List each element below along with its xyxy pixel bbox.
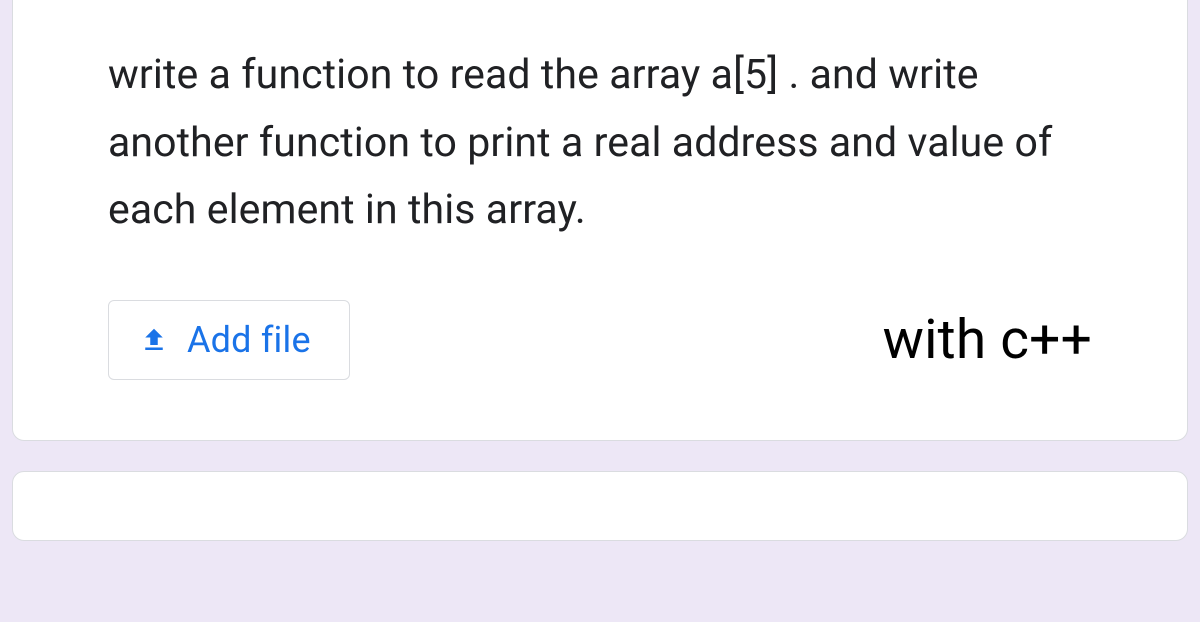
question-card: write a function to read the array a[5] … xyxy=(12,0,1188,441)
language-annotation: with c++ xyxy=(883,308,1092,372)
next-card-peek xyxy=(12,471,1188,541)
action-row: Add file with c++ xyxy=(108,300,1092,380)
add-file-button[interactable]: Add file xyxy=(108,300,350,380)
upload-icon xyxy=(139,325,169,355)
question-text: write a function to read the array a[5] … xyxy=(108,42,1092,245)
add-file-label: Add file xyxy=(187,319,311,361)
